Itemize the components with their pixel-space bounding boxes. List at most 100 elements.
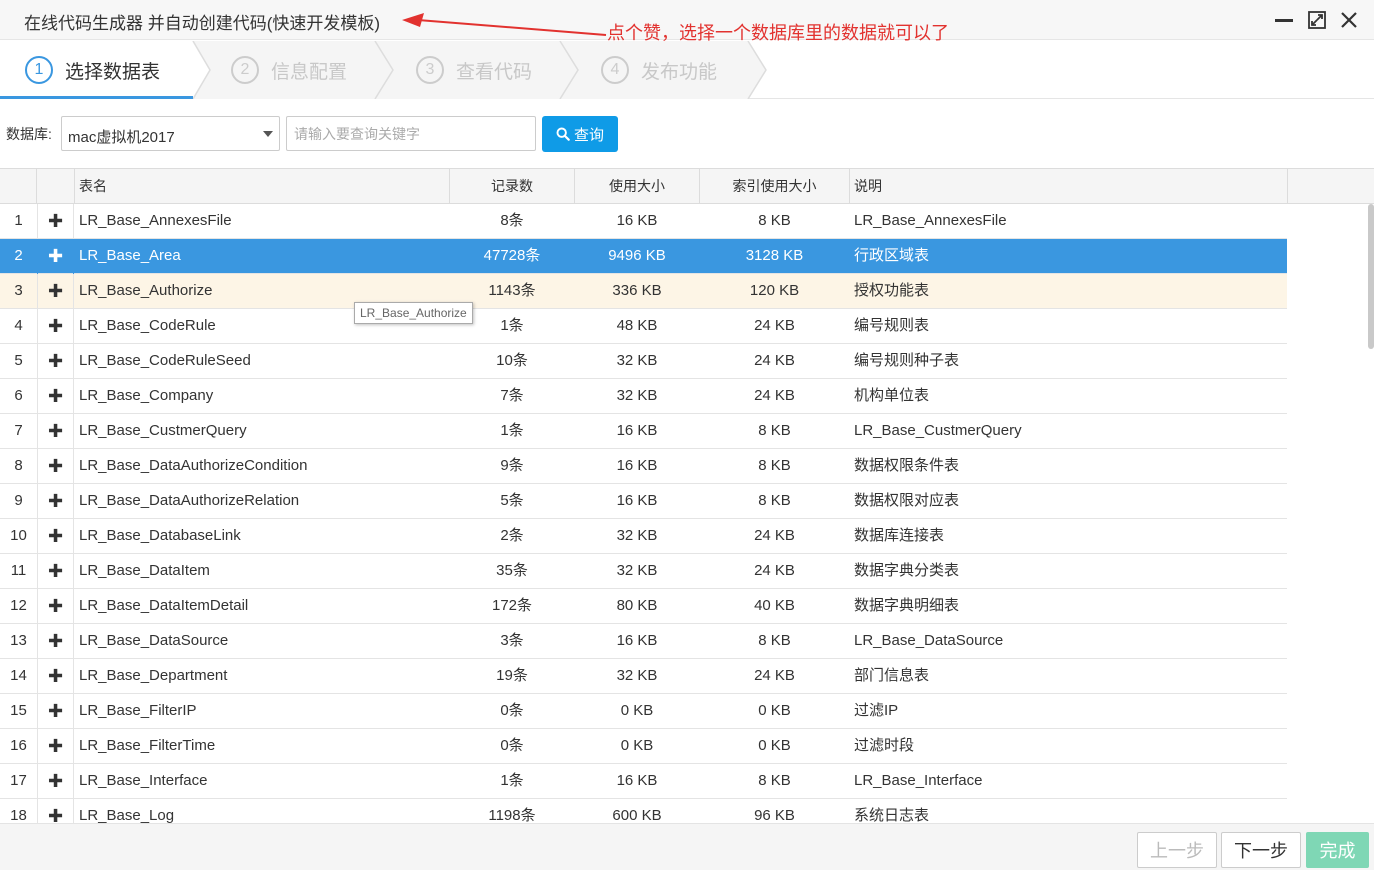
records-cell: 2条: [500, 527, 524, 544]
table-row[interactable]: 7 ✚ LR_Base_CustmerQuery 1条 16 KB 8 KB LR_Base…: [0, 414, 1287, 449]
records-cell: 3条: [500, 632, 524, 649]
index-size-cell: 0 KB: [758, 737, 791, 754]
table-row[interactable]: 16 ✚ LR_Base_FilterTime 0条 0 KB 0 KB 过滤时段: [0, 729, 1287, 764]
step-label: 发布功能: [641, 61, 718, 83]
header-index-size[interactable]: 索引使用大小: [700, 169, 850, 204]
row-number: 5: [14, 352, 23, 369]
table-row[interactable]: 18 ✚ LR_Base_Log 1198条 600 KB 96 KB 系统日志表: [0, 799, 1287, 823]
size-cell: 0 KB: [620, 737, 654, 754]
search-button[interactable]: 查询: [542, 116, 618, 152]
plus-icon[interactable]: ✚: [37, 239, 74, 274]
search-input[interactable]: [286, 116, 536, 151]
description-cell: 数据字典明细表: [854, 597, 960, 614]
size-cell: 32 KB: [616, 562, 658, 579]
prev-button[interactable]: 上一步: [1137, 832, 1217, 868]
step-number: 4: [601, 56, 629, 84]
table-name-cell: LR_Base_DataItemDetail: [79, 597, 249, 614]
table-name-cell: LR_Base_Area: [79, 247, 181, 264]
plus-icon[interactable]: ✚: [37, 764, 74, 799]
plus-icon[interactable]: ✚: [37, 589, 74, 624]
records-cell: 10条: [496, 352, 528, 369]
header-records[interactable]: 记录数: [450, 169, 575, 204]
table-row[interactable]: 2 ✚ LR_Base_Area 47728条 9496 KB 3128 KB 行政区域表: [0, 239, 1287, 274]
plus-icon[interactable]: ✚: [37, 309, 74, 344]
minimize-icon[interactable]: [1272, 8, 1296, 32]
size-cell: 32 KB: [616, 387, 658, 404]
index-size-cell: 24 KB: [754, 352, 795, 369]
step-publish[interactable]: 4 发布功能: [601, 41, 717, 99]
table-row[interactable]: 5 ✚ LR_Base_CodeRuleSeed 10条 32 KB 24 KB 编号规则种…: [0, 344, 1287, 379]
table-row[interactable]: 12 ✚ LR_Base_DataItemDetail 172条 80 KB 40 KB 数…: [0, 589, 1287, 624]
plus-icon[interactable]: ✚: [37, 729, 74, 764]
finish-button[interactable]: 完成: [1306, 832, 1369, 868]
plus-icon[interactable]: ✚: [37, 449, 74, 484]
step-label: 信息配置: [271, 61, 348, 83]
records-cell: 35条: [496, 562, 528, 579]
table-row[interactable]: 1 ✚ LR_Base_AnnexesFile 8条 16 KB 8 KB LR_Base_…: [0, 204, 1287, 239]
table-name-cell: LR_Base_DataAuthorizeRelation: [79, 492, 300, 509]
description-cell: 过滤时段: [854, 737, 915, 754]
size-cell: 16 KB: [616, 492, 658, 509]
plus-icon[interactable]: ✚: [37, 519, 74, 554]
plus-icon[interactable]: ✚: [37, 484, 74, 519]
plus-icon[interactable]: ✚: [37, 274, 74, 309]
step-select-table[interactable]: 1 选择数据表: [25, 41, 160, 99]
size-cell: 16 KB: [616, 632, 658, 649]
description-cell: LR_Base_Interface: [854, 772, 983, 789]
header-table-name[interactable]: 表名: [75, 169, 450, 204]
plus-icon[interactable]: ✚: [37, 379, 74, 414]
table-row[interactable]: 9 ✚ LR_Base_DataAuthorizeRelation 5条 16 KB 8 …: [0, 484, 1287, 519]
plus-icon[interactable]: ✚: [37, 344, 74, 379]
header-size[interactable]: 使用大小: [575, 169, 700, 204]
table-body: 1 ✚ LR_Base_AnnexesFile 8条 16 KB 8 KB LR_Base_…: [0, 204, 1287, 823]
row-number: 6: [14, 387, 23, 404]
records-cell: 9条: [500, 457, 524, 474]
next-button[interactable]: 下一步: [1221, 832, 1301, 868]
table-name-cell: LR_Base_DataItem: [79, 562, 210, 579]
maximize-icon[interactable]: [1305, 8, 1329, 32]
table-grid: 表名 记录数 使用大小 索引使用大小 说明 1 ✚ LR_Base_AnnexesF…: [0, 168, 1374, 823]
records-cell: 1198条: [488, 807, 536, 823]
records-cell: 1条: [500, 772, 524, 789]
table-name-cell: LR_Base_Log: [79, 807, 175, 823]
table-name-cell: LR_Base_AnnexesFile: [79, 212, 232, 229]
table-row[interactable]: 13 ✚ LR_Base_DataSource 3条 16 KB 8 KB LR_Base_…: [0, 624, 1287, 659]
table-row[interactable]: 4 ✚ LR_Base_CodeRule 1条 48 KB 24 KB 编号规则表: [0, 309, 1287, 344]
search-button-label: 查询: [573, 126, 604, 144]
header-description[interactable]: 说明: [850, 169, 1288, 204]
table-row[interactable]: 15 ✚ LR_Base_FilterIP 0条 0 KB 0 KB 过滤IP: [0, 694, 1287, 729]
plus-icon[interactable]: ✚: [37, 414, 74, 449]
index-size-cell: 120 KB: [749, 282, 800, 299]
size-cell: 9496 KB: [608, 247, 666, 264]
close-icon[interactable]: [1337, 8, 1361, 32]
table-row[interactable]: 11 ✚ LR_Base_DataItem 35条 32 KB 24 KB 数据字典分类表: [0, 554, 1287, 589]
size-cell: 16 KB: [616, 422, 658, 439]
index-size-cell: 24 KB: [754, 387, 795, 404]
table-row[interactable]: 3 ✚ LR_Base_Authorize 1143条 336 KB 120 KB 授权功能…: [0, 274, 1287, 309]
description-cell: 数据库连接表: [854, 527, 945, 544]
plus-icon[interactable]: ✚: [37, 694, 74, 729]
description-cell: 过滤IP: [854, 702, 899, 719]
description-cell: 数据字典分类表: [854, 562, 960, 579]
size-cell: 336 KB: [612, 282, 662, 299]
step-view-code[interactable]: 3 查看代码: [416, 41, 532, 99]
table-row[interactable]: 14 ✚ LR_Base_Department 19条 32 KB 24 KB 部门信息表: [0, 659, 1287, 694]
table-name-cell: LR_Base_FilterTime: [79, 737, 216, 754]
plus-icon[interactable]: ✚: [37, 799, 74, 823]
step-number: 3: [416, 56, 444, 84]
table-row[interactable]: 10 ✚ LR_Base_DatabaseLink 2条 32 KB 24 KB 数据库连接…: [0, 519, 1287, 554]
description-cell: 编号规则表: [854, 317, 930, 334]
plus-icon[interactable]: ✚: [37, 554, 74, 589]
table-row[interactable]: 8 ✚ LR_Base_DataAuthorizeCondition 9条 16 KB 8…: [0, 449, 1287, 484]
description-cell: LR_Base_AnnexesFile: [854, 212, 1007, 229]
scrollbar-thumb[interactable]: [1368, 204, 1374, 349]
table-row[interactable]: 17 ✚ LR_Base_Interface 1条 16 KB 8 KB LR_Base_I…: [0, 764, 1287, 799]
plus-icon[interactable]: ✚: [37, 659, 74, 694]
table-row[interactable]: 6 ✚ LR_Base_Company 7条 32 KB 24 KB 机构单位表: [0, 379, 1287, 414]
row-number: 8: [14, 457, 23, 474]
plus-icon[interactable]: ✚: [37, 624, 74, 659]
plus-icon[interactable]: ✚: [37, 204, 74, 239]
step-info-config[interactable]: 2 信息配置: [231, 41, 347, 99]
database-select[interactable]: mac虚拟机2017: [61, 116, 280, 151]
table-name-cell: LR_Base_CustmerQuery: [79, 422, 247, 439]
